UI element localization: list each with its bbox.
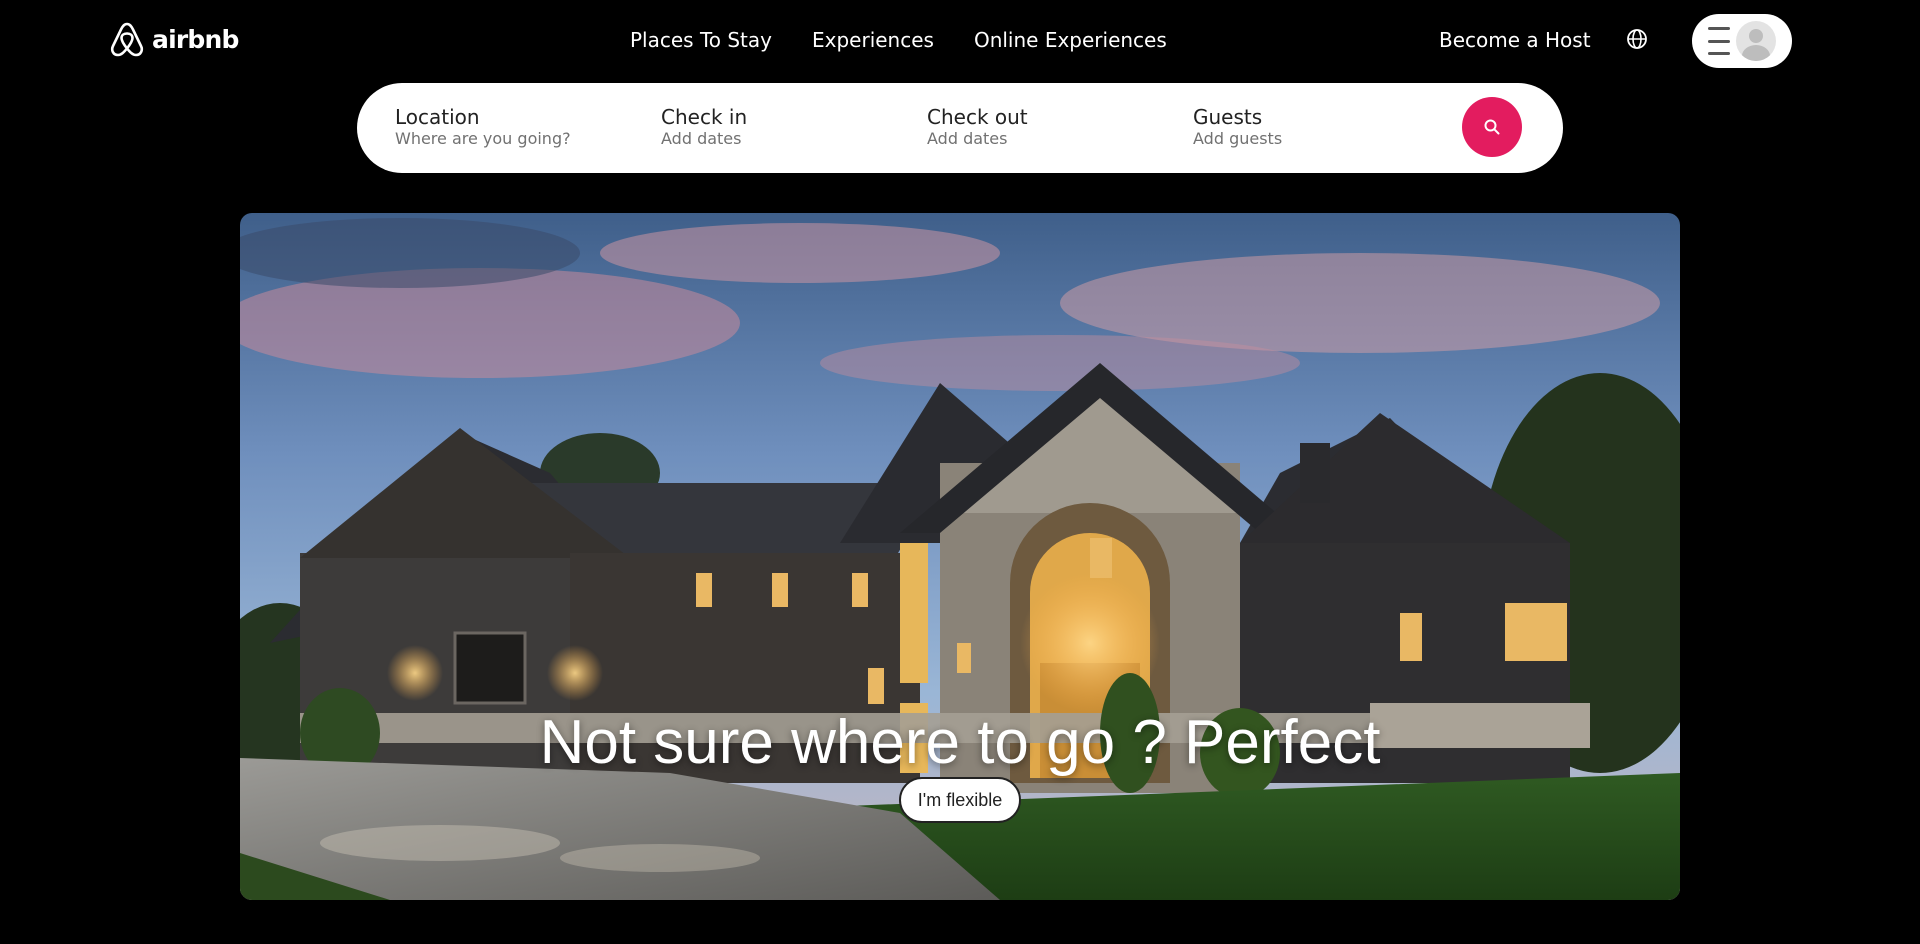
check-out-placeholder: Add dates [927,129,1008,148]
search-field-check-in[interactable]: Check in Add dates [661,105,747,149]
search-icon [1484,119,1500,135]
location-label: Location [395,105,480,129]
nav-places-to-stay[interactable]: Places To Stay [630,28,772,52]
hamburger-menu-icon [1708,27,1730,55]
nav-online-experiences[interactable]: Online Experiences [974,28,1167,52]
globe-icon[interactable] [1625,27,1649,51]
airbnb-belo-icon [110,22,144,57]
hero-banner: Not sure where to go ? Perfect I'm flexi… [240,213,1680,900]
main-nav: Places To Stay Experiences Online Experi… [630,28,1167,52]
search-field-guests[interactable]: Guests Add guests [1193,105,1282,149]
search-bar: Location Where are you going? Check in A… [357,83,1563,173]
im-flexible-button[interactable]: I'm flexible [899,777,1021,823]
check-in-label: Check in [661,105,748,129]
search-button[interactable] [1462,97,1522,157]
hero-headline: Not sure where to go ? Perfect [539,708,1381,777]
become-a-host-link[interactable]: Become a Host [1439,28,1591,52]
airbnb-logo[interactable]: airbnb [106,18,239,60]
check-out-label: Check out [927,105,1028,129]
search-field-location[interactable]: Location Where are you going? [395,105,571,149]
location-placeholder: Where are you going? [395,129,571,148]
guests-label: Guests [1193,105,1263,129]
guests-placeholder: Add guests [1193,129,1283,148]
nav-experiences[interactable]: Experiences [812,28,934,52]
logo-wordmark: airbnb [152,24,239,54]
user-avatar-icon [1736,21,1776,61]
check-in-placeholder: Add dates [661,129,742,148]
user-menu-button[interactable] [1692,14,1792,68]
search-field-check-out[interactable]: Check out Add dates [927,105,1028,149]
